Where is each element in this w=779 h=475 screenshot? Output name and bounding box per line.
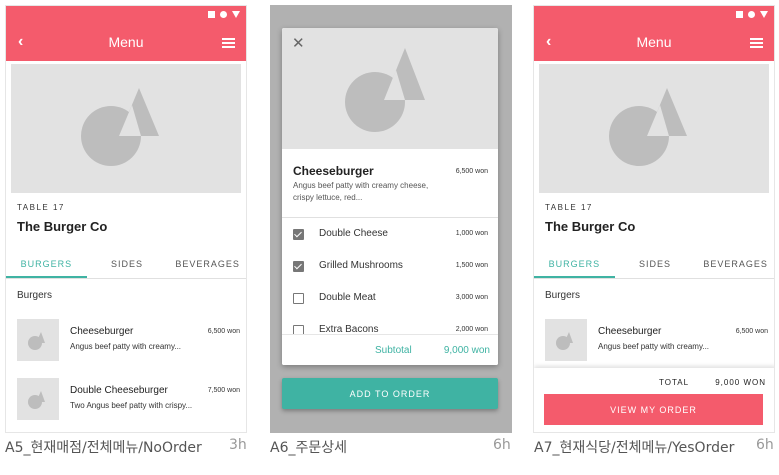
tab-beverages[interactable]: BEVERAGES: [695, 251, 774, 278]
option-label: Grilled Mushrooms: [319, 260, 403, 271]
screen-a6: ✕ Cheeseburger 6,500 won Angus beef patt…: [270, 5, 512, 433]
tab-burgers[interactable]: BURGERS: [534, 251, 615, 278]
view-my-order-button[interactable]: VIEW MY ORDER: [544, 394, 763, 425]
checkbox[interactable]: [293, 229, 304, 240]
artboard-time: 6h: [756, 437, 774, 453]
battery-icon: [760, 11, 768, 18]
item-thumbnail: [545, 319, 587, 361]
battery-icon: [232, 11, 240, 18]
store-name: The Burger Co: [545, 219, 636, 234]
item-price: 7,500 won: [207, 387, 240, 394]
artboard-caption: A7_현재식당/전체메뉴/YesOrder: [534, 440, 735, 456]
option-row[interactable]: Grilled Mushrooms 1,500 won: [282, 260, 498, 288]
item-description: Angus beef patty with creamy...: [598, 342, 710, 351]
wifi-icon: [748, 11, 755, 18]
item-name: Cheeseburger: [598, 326, 662, 337]
checkbox[interactable]: [293, 293, 304, 304]
item-description: Two Angus beef patty with crispy...: [70, 401, 193, 410]
signal-icon: [736, 11, 743, 18]
subtotal-bar: Subtotal 9,000 won: [282, 334, 498, 365]
item-name: Cheeseburger: [70, 326, 134, 337]
list-item[interactable]: Cheeseburger 6,500 won Angus beef patty …: [534, 319, 774, 365]
screen-a7: ‹ Menu TABLE 17 The Burger Co BURGERS SI…: [533, 5, 775, 433]
item-thumbnail: [17, 319, 59, 361]
dialog-item-price: 6,500 won: [455, 168, 488, 175]
option-price: 1,000 won: [455, 230, 488, 237]
dialog-image-placeholder: [282, 28, 498, 149]
store-name: The Burger Co: [17, 219, 108, 234]
section-title: Burgers: [17, 290, 53, 301]
screen-a5: ‹ Menu TABLE 17 The Burger Co BURGERS SI…: [5, 5, 247, 433]
hero-image-placeholder: [11, 64, 241, 193]
option-price: 3,000 won: [455, 294, 488, 301]
option-row[interactable]: Double Cheese 1,000 won: [282, 228, 498, 256]
table-label: TABLE 17: [17, 203, 65, 212]
page-title: Menu: [108, 34, 144, 50]
status-bar: [534, 6, 774, 25]
artboard-caption: A5_현재매점/전체메뉴/NoOrder: [5, 440, 202, 456]
page-title: Menu: [636, 34, 672, 50]
total-value: 9,000 WON: [715, 378, 766, 387]
tab-sides[interactable]: SIDES: [615, 251, 696, 278]
add-to-order-button[interactable]: ADD TO ORDER: [282, 378, 498, 409]
option-label: Double Meat: [319, 292, 376, 303]
hero-image-placeholder: [539, 64, 769, 193]
option-price: 2,000 won: [455, 326, 488, 333]
checkbox[interactable]: [293, 261, 304, 272]
section-title: Burgers: [545, 290, 581, 301]
app-bar: ‹ Menu: [6, 25, 246, 61]
dialog-item-name: Cheeseburger: [293, 164, 374, 178]
item-detail-dialog: ✕ Cheeseburger 6,500 won Angus beef patt…: [282, 28, 498, 365]
hamburger-menu-icon[interactable]: [750, 38, 763, 50]
category-tabs: BURGERS SIDES BEVERAGES: [6, 251, 246, 279]
tab-burgers[interactable]: BURGERS: [6, 251, 87, 278]
option-price: 1,500 won: [455, 262, 488, 269]
item-name: Double Cheeseburger: [70, 385, 168, 396]
tab-beverages[interactable]: BEVERAGES: [167, 251, 246, 278]
dialog-item-description: Angus beef patty with creamy cheese, cri…: [293, 181, 429, 202]
table-label: TABLE 17: [545, 203, 593, 212]
item-price: 6,500 won: [207, 328, 240, 335]
list-item[interactable]: Double Cheeseburger 7,500 won Two Angus …: [6, 378, 246, 424]
divider: [282, 217, 498, 218]
total-label: TOTAL: [659, 378, 690, 387]
item-price: 6,500 won: [735, 328, 768, 335]
app-bar: ‹ Menu: [534, 25, 774, 61]
hamburger-menu-icon[interactable]: [222, 38, 235, 50]
artboard-time: 3h: [229, 437, 247, 453]
tab-sides[interactable]: SIDES: [87, 251, 168, 278]
close-icon[interactable]: ✕: [292, 34, 305, 52]
artboard-time: 6h: [493, 437, 511, 453]
subtotal-label: Subtotal: [375, 345, 412, 356]
category-tabs: BURGERS SIDES BEVERAGES: [534, 251, 774, 279]
order-footer: TOTAL 9,000 WON VIEW MY ORDER: [534, 368, 774, 432]
wifi-icon: [220, 11, 227, 18]
option-row[interactable]: Double Meat 3,000 won: [282, 292, 498, 320]
artboard-caption: A6_주문상세: [270, 440, 348, 456]
list-item[interactable]: Cheeseburger 6,500 won Angus beef patty …: [6, 319, 246, 365]
status-bar: [6, 6, 246, 25]
item-description: Angus beef patty with creamy...: [70, 342, 182, 351]
signal-icon: [208, 11, 215, 18]
option-label: Double Cheese: [319, 228, 388, 239]
subtotal-value: 9,000 won: [443, 345, 490, 356]
item-thumbnail: [17, 378, 59, 420]
